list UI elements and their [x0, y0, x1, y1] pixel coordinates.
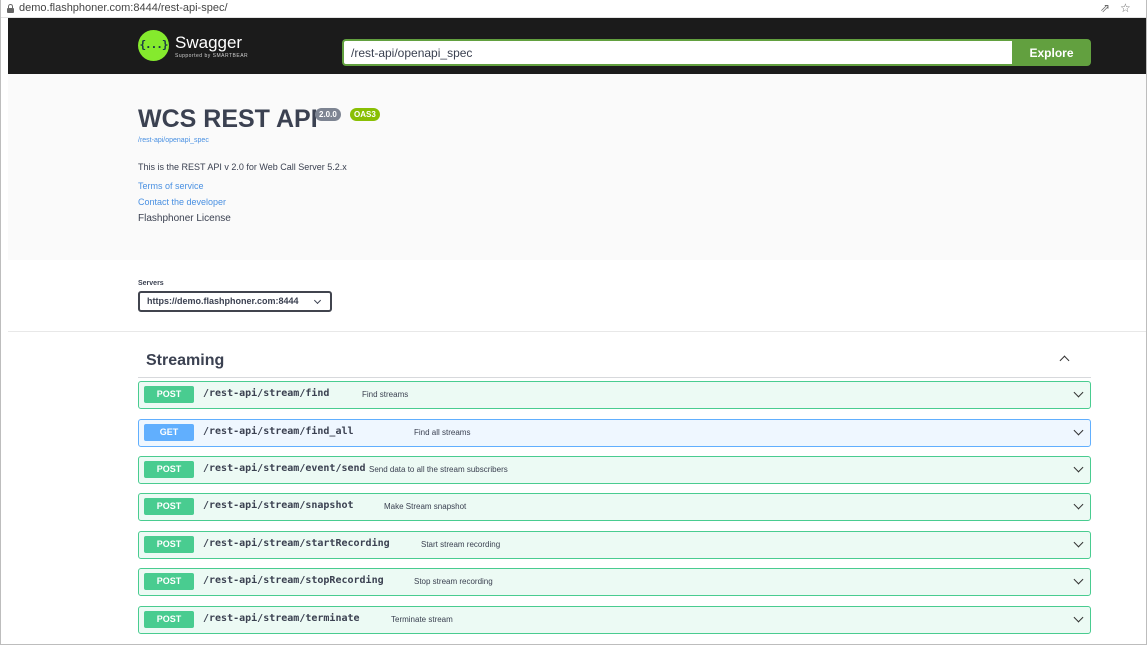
operation-row[interactable]: POST /rest-api/stream/snapshot Make Stre…	[138, 493, 1091, 521]
operation-row[interactable]: POST /rest-api/stream/event/send Send da…	[138, 456, 1091, 484]
star-icon[interactable]: ☆	[1120, 1, 1131, 15]
terms-of-service-link[interactable]: Terms of service	[138, 181, 204, 191]
chevron-down-icon[interactable]	[1073, 612, 1084, 623]
operation-summary: Find all streams	[414, 428, 471, 437]
tag-title: Streaming	[146, 352, 225, 369]
chevron-up-icon[interactable]	[1059, 355, 1070, 366]
servers-label: Servers	[138, 280, 164, 287]
api-description: This is the REST API v 2.0 for Web Call …	[138, 162, 347, 172]
swagger-topbar: {...} Swagger Supported by SMARTBEAR Exp…	[8, 18, 1146, 74]
operation-path: /rest-api/stream/terminate	[203, 613, 360, 624]
operation-path: /rest-api/stream/event/send	[203, 463, 366, 474]
page-frame: demo.flashphoner.com:8444/rest-api-spec/…	[0, 0, 1147, 645]
chevron-down-icon[interactable]	[1073, 574, 1084, 585]
operation-path: /rest-api/stream/find_all	[203, 426, 354, 437]
operation-row[interactable]: POST /rest-api/stream/terminate Terminat…	[138, 606, 1091, 634]
smartbear-tagline: Supported by SMARTBEAR	[175, 53, 249, 59]
chevron-down-icon[interactable]	[1073, 499, 1084, 510]
method-badge: POST	[144, 536, 194, 553]
operation-row[interactable]: POST /rest-api/stream/find Find streams	[138, 381, 1091, 409]
explore-button[interactable]: Explore	[1012, 39, 1091, 66]
operation-row[interactable]: GET /rest-api/stream/find_all Find all s…	[138, 419, 1091, 447]
swagger-logo-icon: {...}	[138, 30, 169, 61]
chevron-down-icon[interactable]	[1073, 537, 1084, 548]
browser-address-bar[interactable]: demo.flashphoner.com:8444/rest-api-spec/…	[1, 0, 1146, 18]
server-select-value: https://demo.flashphoner.com:8444	[147, 296, 299, 306]
lock-icon	[7, 4, 14, 13]
operation-summary: Terminate stream	[391, 615, 453, 624]
operation-summary: Find streams	[362, 390, 409, 399]
method-badge: POST	[144, 461, 194, 478]
operation-summary: Start stream recording	[421, 540, 501, 549]
chevron-down-icon[interactable]	[1073, 387, 1084, 398]
operation-path: /rest-api/stream/snapshot	[203, 500, 354, 511]
operation-path: /rest-api/stream/find	[203, 388, 330, 399]
operation-path: /rest-api/stream/stopRecording	[203, 575, 384, 586]
method-badge: POST	[144, 573, 194, 590]
servers-section: Servers https://demo.flashphoner.com:844…	[8, 260, 1146, 332]
operation-summary: Send data to all the stream subscribers	[369, 465, 508, 474]
operation-summary: Stop stream recording	[414, 577, 493, 586]
operation-row[interactable]: POST /rest-api/stream/startRecording Sta…	[138, 531, 1091, 559]
oas-badge: OAS3	[350, 108, 380, 121]
chevron-down-icon[interactable]	[1073, 425, 1084, 436]
tag-streaming-header[interactable]: Streaming	[138, 341, 1091, 378]
share-icon[interactable]: ⇗	[1100, 1, 1110, 15]
operation-path: /rest-api/stream/startRecording	[203, 538, 390, 549]
api-info: WCS REST API 2.0.0 OAS3 /rest-api/openap…	[8, 74, 1146, 260]
method-badge: POST	[144, 611, 194, 628]
method-badge: GET	[144, 424, 194, 441]
contact-developer-link[interactable]: Contact the developer	[138, 197, 226, 207]
chevron-down-icon[interactable]	[1073, 462, 1084, 473]
chevron-down-icon	[313, 296, 322, 305]
address-url[interactable]: demo.flashphoner.com:8444/rest-api-spec/	[19, 2, 228, 14]
license-text: Flashphoner License	[138, 213, 231, 224]
spec-link[interactable]: /rest-api/openapi_spec	[138, 137, 209, 144]
swagger-logo-text: Swagger	[175, 33, 243, 52]
operation-summary: Make Stream snapshot	[384, 502, 467, 511]
operation-row[interactable]: POST /rest-api/stream/stopRecording Stop…	[138, 568, 1091, 596]
method-badge: POST	[144, 498, 194, 515]
method-badge: POST	[144, 386, 194, 403]
spec-url-input[interactable]	[342, 39, 1014, 66]
version-badge: 2.0.0	[315, 108, 341, 121]
server-select[interactable]: https://demo.flashphoner.com:8444	[138, 291, 332, 312]
api-title: WCS REST API	[138, 105, 318, 133]
